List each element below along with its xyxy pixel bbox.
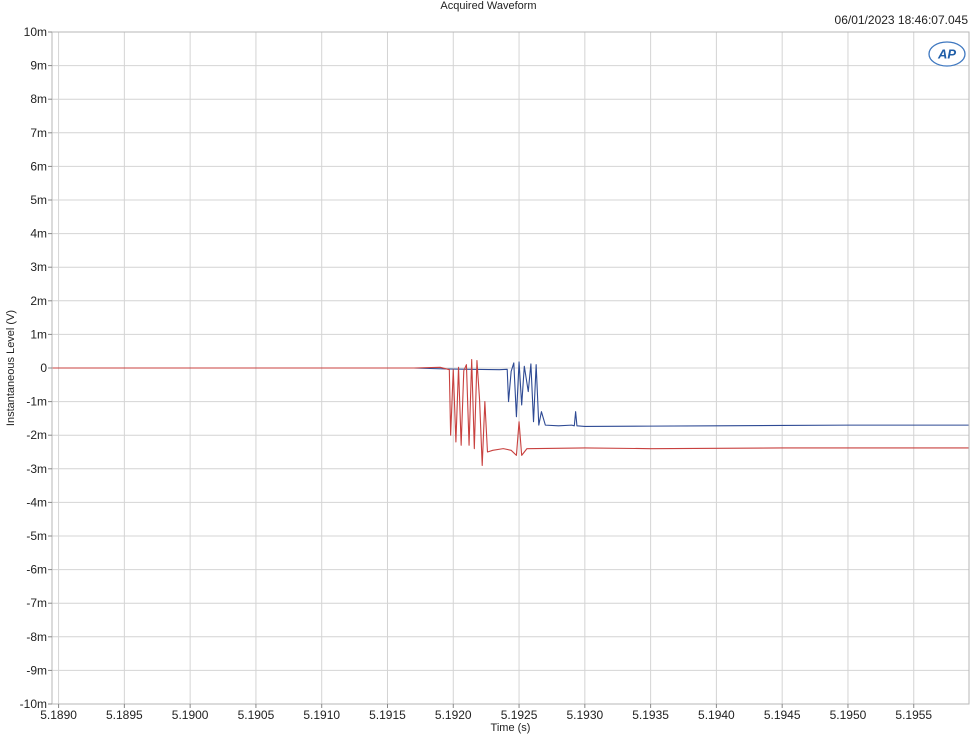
x-tick-label: 5.1935 (632, 708, 669, 722)
x-tick-label: 5.1910 (303, 708, 340, 722)
y-tick-label: -1m (26, 395, 47, 409)
chart-container: Acquired Waveform 06/01/2023 18:46:07.04… (0, 0, 977, 736)
y-tick-label: -10m (20, 697, 47, 711)
y-tick-label: -3m (26, 462, 47, 476)
y-tick-label: -5m (26, 529, 47, 543)
series-layer (52, 359, 969, 466)
y-tick-label: 1m (30, 327, 47, 341)
x-axis-label: Time (s) (491, 722, 531, 734)
y-tick-label: 6m (30, 159, 47, 173)
x-tick-label: 5.1900 (172, 708, 209, 722)
x-tick-label: 5.1950 (830, 708, 867, 722)
y-tick-label: 3m (30, 260, 47, 274)
x-tick-label: 5.1905 (238, 708, 275, 722)
y-tick-label: 5m (30, 193, 47, 207)
x-tick-label: 5.1940 (698, 708, 735, 722)
y-tick-label: 10m (24, 25, 47, 39)
x-tick-label: 5.1955 (895, 708, 932, 722)
y-tick-label: 4m (30, 227, 47, 241)
y-tick-label: 7m (30, 126, 47, 140)
x-tick-label: 5.1895 (106, 708, 143, 722)
y-tick-label: -2m (26, 428, 47, 442)
y-tick-label: -6m (26, 563, 47, 577)
logo-text: AP (937, 47, 956, 62)
x-tick-labels: 5.1890 5.1895 5.1900 5.1905 5.1910 5.1915 5.19… (40, 704, 932, 722)
x-tick-label: 5.1930 (566, 708, 603, 722)
x-tick-label: 5.1945 (764, 708, 801, 722)
y-axis-label: Instantaneous Level (V) (5, 310, 17, 426)
x-tick-label: 5.1925 (501, 708, 538, 722)
y-tick-labels: 10m 9m 8m 7m 6m 5m 4m 3m 2m 1m 0 -1m -2m -3m -4m -5m -6m… (20, 25, 52, 711)
x-tick-label: 5.1920 (435, 708, 472, 722)
y-tick-label: -9m (26, 663, 47, 677)
y-tick-label: 9m (30, 59, 47, 73)
y-tick-label: 8m (30, 92, 47, 106)
y-tick-label: 2m (30, 294, 47, 308)
y-tick-label: 0 (40, 361, 47, 375)
y-tick-label: -4m (26, 495, 47, 509)
chart-svg: 5.1890 5.1895 5.1900 5.1905 5.1910 5.1915 5.19… (5, 25, 970, 734)
x-tick-label: 5.1915 (369, 708, 406, 722)
ap-logo-icon: AP (928, 41, 966, 67)
y-tick-label: -8m (26, 630, 47, 644)
y-tick-label: -7m (26, 596, 47, 610)
series-line-1 (52, 361, 969, 428)
